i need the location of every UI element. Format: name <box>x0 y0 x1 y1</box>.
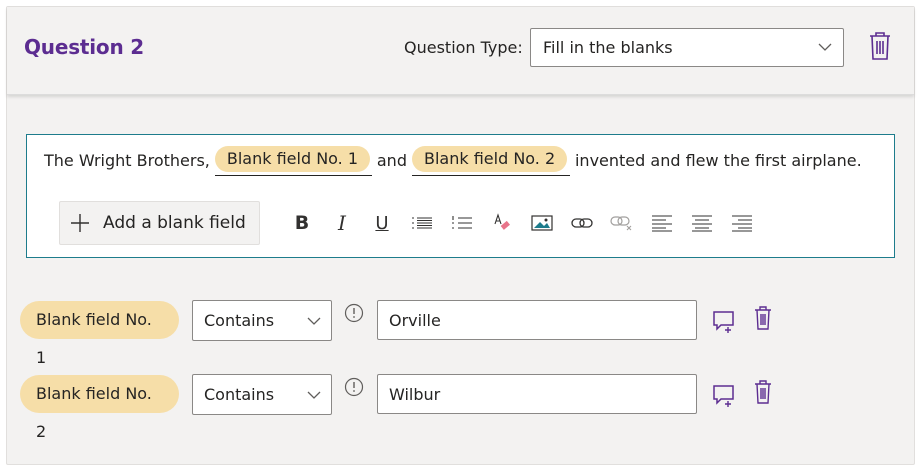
chevron-down-icon <box>307 317 321 325</box>
match-type-value-1: Contains <box>204 311 275 330</box>
question-type-value: Fill in the blanks <box>543 38 673 57</box>
formatting-icons: B I U <box>282 208 762 238</box>
align-right-icon[interactable] <box>722 208 762 238</box>
image-icon[interactable] <box>522 208 562 238</box>
match-type-value-2: Contains <box>204 385 275 404</box>
inline-blank-field-2[interactable]: Blank field No. 2 <box>411 146 570 176</box>
add-blank-field-button[interactable]: Add a blank field <box>59 201 260 245</box>
numbered-list-icon[interactable] <box>442 208 482 238</box>
sentence-text-before: The Wright Brothers, <box>44 151 210 170</box>
bulleted-list-icon[interactable] <box>402 208 442 238</box>
clear-format-icon[interactable] <box>482 208 522 238</box>
unlink-icon[interactable] <box>602 208 642 238</box>
align-left-icon[interactable] <box>642 208 682 238</box>
delete-answer-trash-icon[interactable] <box>753 305 773 331</box>
match-type-dropdown-2[interactable]: Contains <box>192 374 332 415</box>
question-header: Question 2 Question Type: Fill in the bl… <box>7 7 914 95</box>
answer-input-2[interactable] <box>377 374 697 414</box>
inline-blank-pill-1: Blank field No. 1 <box>214 146 371 172</box>
add-comment-icon[interactable] <box>712 308 736 334</box>
underline-icon[interactable]: U <box>362 208 402 238</box>
add-comment-icon[interactable] <box>712 382 736 408</box>
question-type-dropdown[interactable]: Fill in the blanks <box>530 28 844 67</box>
italic-icon[interactable]: I <box>322 208 362 238</box>
delete-answer-trash-icon[interactable] <box>753 379 773 405</box>
link-icon[interactable] <box>562 208 602 238</box>
chevron-down-icon <box>818 43 832 51</box>
inline-blank-pill-2: Blank field No. 2 <box>411 146 568 172</box>
answer-row-2: Blank field No. 2 Contains <box>20 374 780 441</box>
question-text-editor[interactable]: The Wright Brothers, Blank field No. 1 a… <box>26 134 895 258</box>
answer-blank-label-2: Blank field No. 2 <box>20 375 179 441</box>
sentence-text-middle: and <box>376 151 407 170</box>
delete-question-trash-icon[interactable] <box>867 31 893 61</box>
plus-icon <box>71 214 89 232</box>
inline-blank-field-1[interactable]: Blank field No. 1 <box>214 146 372 176</box>
info-icon[interactable] <box>344 303 364 323</box>
add-blank-field-label: Add a blank field <box>103 213 246 233</box>
match-type-dropdown-1[interactable]: Contains <box>192 300 332 341</box>
question-type-label: Question Type: <box>404 38 523 57</box>
bold-icon[interactable]: B <box>282 208 322 238</box>
align-center-icon[interactable] <box>682 208 722 238</box>
sentence-text-after: invented and flew the first airplane. <box>574 151 862 170</box>
question-card: Question 2 Question Type: Fill in the bl… <box>6 6 915 465</box>
answer-input-1[interactable] <box>377 300 697 340</box>
question-sentence: The Wright Brothers, Blank field No. 1 a… <box>44 146 862 176</box>
answer-blank-label-1: Blank field No. 1 <box>20 301 179 367</box>
chevron-down-icon <box>307 391 321 399</box>
info-icon[interactable] <box>344 377 364 397</box>
answer-row-1: Blank field No. 1 Contains <box>20 300 780 367</box>
editor-toolbar: Add a blank field B I U <box>59 201 762 245</box>
question-title: Question 2 <box>24 35 144 59</box>
